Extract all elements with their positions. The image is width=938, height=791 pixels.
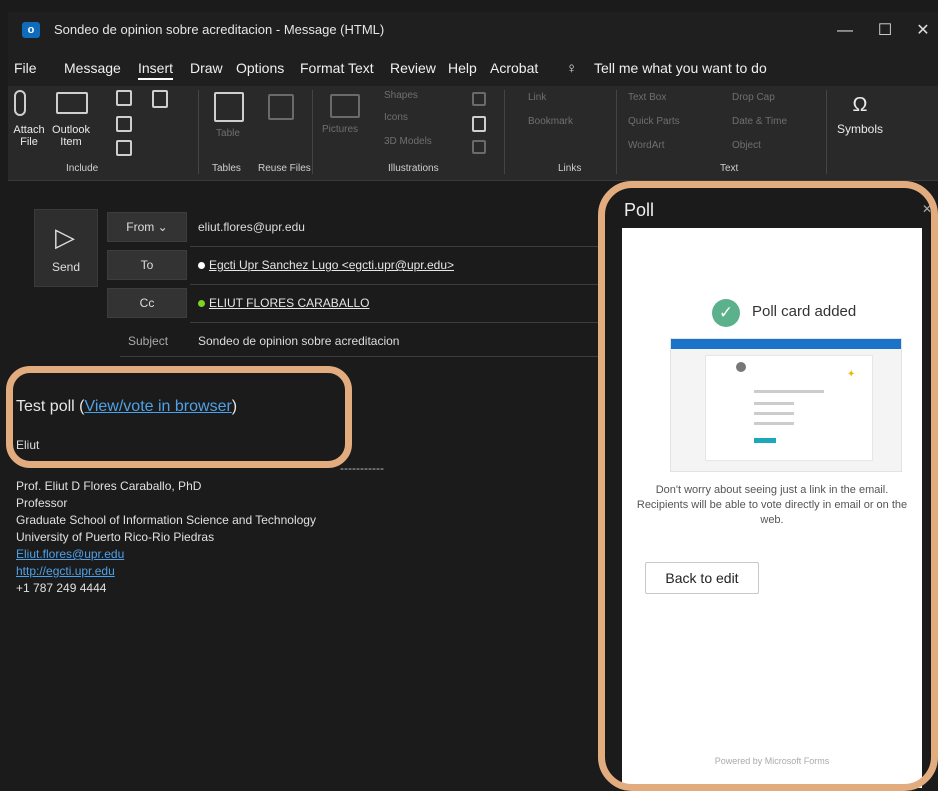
signature-divider: -----------	[340, 461, 384, 475]
divider	[190, 322, 598, 323]
pictures-button[interactable]: Pictures	[318, 124, 362, 135]
link-button[interactable]: Link	[528, 92, 546, 103]
menu-options[interactable]: Options	[236, 60, 284, 76]
divider	[190, 246, 598, 247]
chart-icon[interactable]	[472, 116, 486, 132]
title-bar: o Sondeo de opinion sobre acreditacion -…	[8, 12, 938, 52]
divider	[120, 356, 598, 357]
screenshot-icon[interactable]	[472, 140, 486, 154]
restore-button[interactable]: ☐	[870, 18, 900, 44]
smartart-icon[interactable]	[472, 92, 486, 106]
menu-review[interactable]: Review	[390, 60, 436, 76]
pictures-icon[interactable]	[330, 94, 360, 118]
table-button[interactable]: Table	[208, 128, 248, 139]
presence-icon	[198, 300, 205, 308]
cc-field[interactable]: ELIUT FLORES CARABALLO	[198, 296, 370, 310]
send-label: Send	[51, 260, 81, 274]
signature-block: Prof. Eliut D Flores Caraballo, PhD Prof…	[16, 478, 316, 597]
calendar-icon[interactable]	[116, 116, 132, 132]
lightbulb-icon: ♀	[566, 60, 578, 77]
cc-button[interactable]: Cc	[107, 288, 187, 318]
signature-email-link[interactable]: Eliut.flores@upr.edu	[16, 547, 124, 561]
date-time-button[interactable]: Date & Time	[732, 116, 787, 127]
links-group-label: Links	[558, 163, 582, 174]
business-card-icon[interactable]	[116, 90, 132, 106]
wordart-button[interactable]: WordArt	[628, 140, 665, 151]
divider	[312, 90, 313, 174]
send-button[interactable]: ▷ Send	[34, 209, 98, 287]
attachment-icon[interactable]	[152, 90, 168, 108]
ribbon: Attach File Outlook Item Include Table T…	[8, 86, 938, 181]
outlook-icon: o	[22, 22, 40, 38]
to-field[interactable]: Egcti Upr Sanchez Lugo <egcti.upr@upr.ed…	[198, 258, 454, 272]
icons-button[interactable]: Icons	[384, 112, 408, 123]
illustrations-group-label: Illustrations	[388, 163, 439, 174]
close-button[interactable]: ✕	[908, 18, 938, 44]
3d-models-button[interactable]: 3D Models	[384, 136, 432, 147]
from-button[interactable]: From ⌄	[107, 212, 187, 242]
shapes-button[interactable]: Shapes	[384, 90, 418, 101]
from-value: eliut.flores@upr.edu	[198, 220, 305, 234]
table-icon[interactable]	[214, 92, 244, 122]
attach-file-button[interactable]: Attach File	[8, 124, 50, 148]
divider	[616, 90, 617, 174]
highlight-box	[598, 181, 938, 791]
tables-group-label: Tables	[212, 163, 241, 174]
signature-icon[interactable]	[116, 140, 132, 156]
menu-draw[interactable]: Draw	[190, 60, 223, 76]
menu-message[interactable]: Message	[64, 60, 121, 76]
send-icon: ▷	[55, 222, 75, 252]
quick-parts-button[interactable]: Quick Parts	[628, 116, 680, 127]
to-recipient[interactable]: Egcti Upr Sanchez Lugo <egcti.upr@upr.ed…	[209, 258, 454, 272]
subject-label: Subject	[128, 334, 169, 348]
menu-bar: File Message Insert Draw Options Format …	[8, 52, 938, 86]
signature-university: University of Puerto Rico-Rio Piedras	[16, 530, 215, 544]
symbols-button[interactable]: Symbols	[832, 122, 888, 136]
object-button[interactable]: Object	[732, 140, 761, 151]
omega-icon: Ω	[852, 94, 868, 116]
signature-title: Professor	[16, 496, 68, 510]
signature-phone: +1 787 249 4444	[16, 581, 107, 595]
tell-me-search[interactable]: Tell me what you want to do	[594, 60, 767, 76]
highlight-box	[6, 366, 352, 468]
signature-school: Graduate School of Information Science a…	[16, 513, 316, 527]
drop-cap-button[interactable]: Drop Cap	[732, 92, 775, 103]
paperclip-icon	[14, 90, 26, 116]
reuse-files-icon[interactable]	[268, 94, 294, 120]
divider	[826, 90, 827, 174]
menu-help[interactable]: Help	[448, 60, 477, 76]
bookmark-button[interactable]: Bookmark	[528, 116, 573, 127]
divider	[198, 90, 199, 174]
to-button[interactable]: To	[107, 250, 187, 280]
text-box-button[interactable]: Text Box	[628, 92, 666, 103]
cc-recipient[interactable]: ELIUT FLORES CARABALLO	[209, 296, 370, 310]
presence-icon	[198, 262, 205, 270]
signature-web-link[interactable]: http://egcti.upr.edu	[16, 564, 115, 578]
menu-format-text[interactable]: Format Text	[300, 60, 374, 76]
signature-name: Prof. Eliut D Flores Caraballo, PhD	[16, 479, 202, 493]
menu-file[interactable]: File	[14, 60, 37, 76]
reuse-files-label: Reuse Files	[258, 163, 311, 174]
window-title: Sondeo de opinion sobre acreditacion - M…	[54, 22, 385, 37]
subject-input[interactable]: Sondeo de opinion sobre acreditacion	[198, 334, 399, 348]
text-group-label: Text	[720, 163, 739, 174]
envelope-icon	[56, 92, 88, 114]
divider	[190, 284, 598, 285]
minimize-button[interactable]: —	[830, 18, 860, 44]
menu-acrobat[interactable]: Acrobat	[490, 60, 538, 76]
include-group-label: Include	[66, 163, 99, 174]
outlook-item-button[interactable]: Outlook Item	[46, 124, 96, 148]
menu-insert[interactable]: Insert	[138, 60, 174, 80]
divider	[504, 90, 505, 174]
